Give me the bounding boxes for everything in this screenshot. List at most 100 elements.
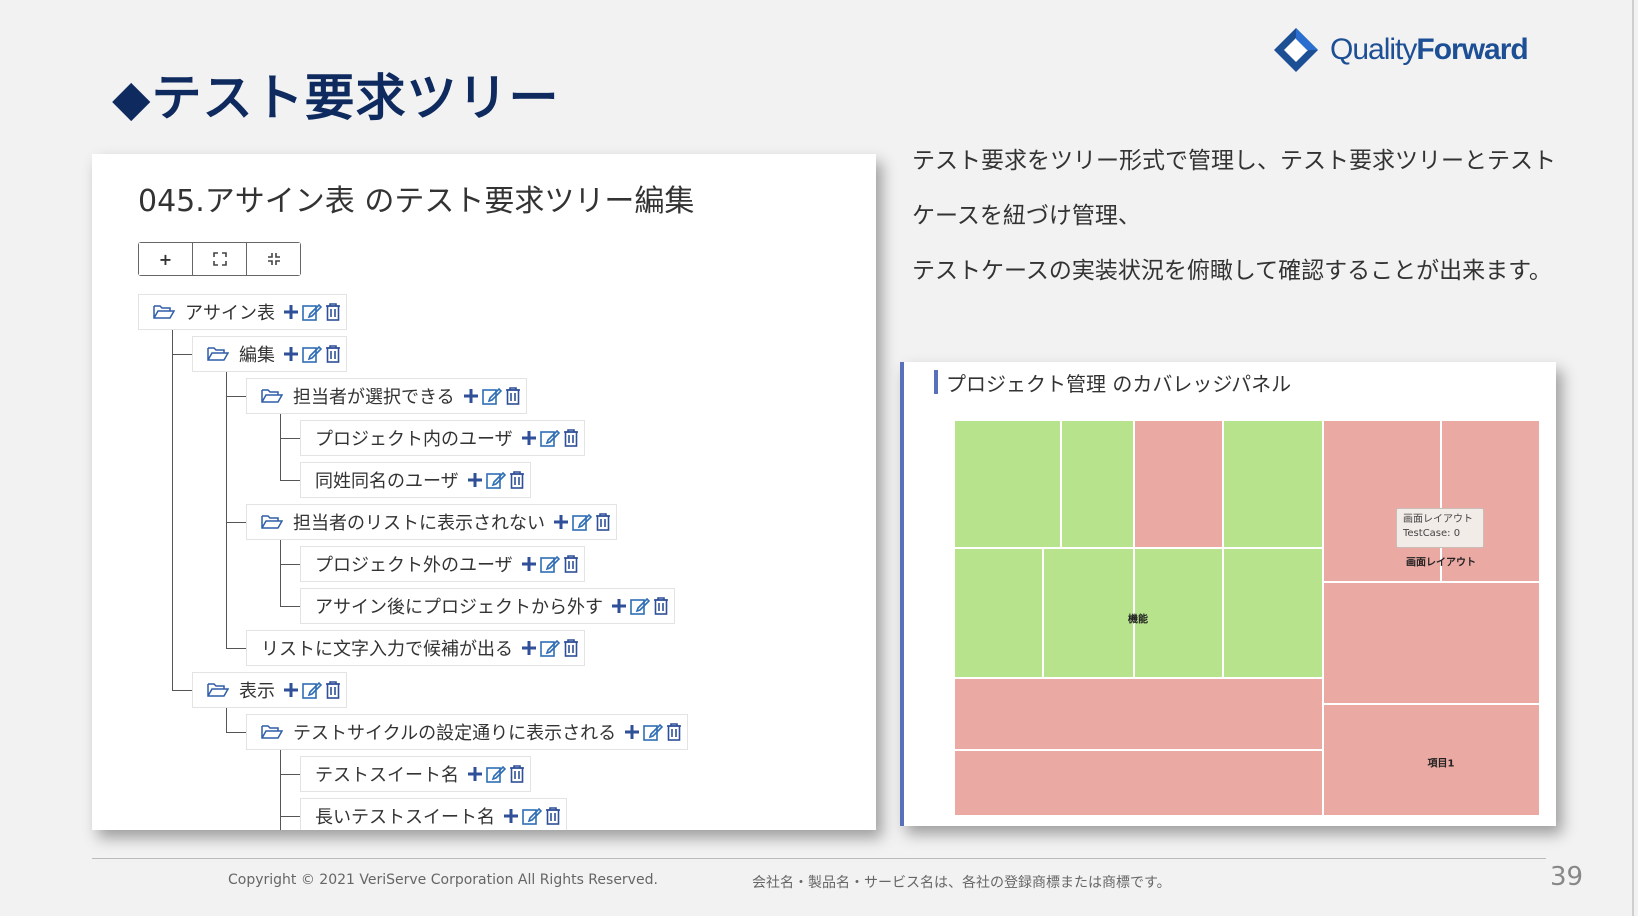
- add-child-button[interactable]: [467, 766, 483, 782]
- edit-node-button[interactable]: [522, 807, 542, 825]
- tree-node[interactable]: 同姓同名のユーザ: [300, 462, 531, 498]
- tree-node[interactable]: テストサイクルの設定通りに表示される: [246, 714, 689, 750]
- delete-node-button[interactable]: [509, 471, 525, 489]
- tree-connector: [280, 564, 300, 565]
- add-child-button[interactable]: [283, 304, 299, 320]
- logo-text-light: Quality: [1330, 33, 1417, 66]
- add-child-button[interactable]: [283, 682, 299, 698]
- add-child-button[interactable]: [521, 556, 537, 572]
- treemap-cell[interactable]: [1323, 582, 1540, 704]
- edit-node-button[interactable]: [572, 513, 592, 531]
- edit-node-button[interactable]: [302, 345, 322, 363]
- treemap-cell[interactable]: [954, 750, 1323, 816]
- edit-node-button[interactable]: [539, 429, 560, 447]
- folder-toggle[interactable]: [207, 346, 229, 362]
- tree-node[interactable]: リストに文字入力で候補が出る: [246, 630, 585, 666]
- delete-node-button[interactable]: [595, 513, 611, 531]
- tree-node[interactable]: 編集: [192, 336, 347, 372]
- node-actions: [463, 387, 521, 405]
- tree-node[interactable]: 担当者のリストに表示されない: [246, 504, 617, 540]
- edit-icon: [522, 807, 542, 825]
- tree-node[interactable]: アサイン後にプロジェクトから外す: [300, 588, 675, 624]
- edit-icon: [302, 681, 322, 699]
- treemap-cell[interactable]: [1223, 420, 1323, 548]
- delete-node-button[interactable]: [325, 681, 341, 699]
- node-actions: [283, 681, 341, 699]
- folder-toggle[interactable]: [207, 682, 229, 698]
- delete-node-button[interactable]: [666, 723, 682, 741]
- add-icon: [612, 599, 626, 613]
- treemap-cell[interactable]: [1223, 548, 1323, 678]
- node-actions: [553, 513, 611, 531]
- tree-node[interactable]: プロジェクト内のユーザ: [300, 420, 585, 456]
- add-icon: [467, 473, 482, 487]
- tree-node[interactable]: アサイン表: [138, 294, 347, 330]
- treemap-cell[interactable]: [1134, 420, 1223, 548]
- tree-connector: [226, 396, 246, 397]
- trash-icon: [654, 597, 668, 615]
- treemap-cell[interactable]: [1061, 420, 1134, 548]
- edit-node-button[interactable]: [643, 723, 664, 741]
- treemap-cell[interactable]: [954, 678, 1323, 750]
- logo-text-bold: Forward: [1416, 33, 1528, 66]
- tree-connector: [226, 522, 246, 523]
- tree-node[interactable]: プロジェクト外のユーザ: [300, 546, 585, 582]
- tree-connector: [226, 708, 227, 732]
- collapse-all-button[interactable]: [247, 243, 300, 275]
- folder-open-icon: [261, 515, 283, 529]
- edit-icon: [539, 429, 560, 447]
- folder-toggle[interactable]: [261, 514, 283, 530]
- add-child-button[interactable]: [521, 640, 537, 656]
- trash-icon: [563, 429, 578, 447]
- add-child-button[interactable]: [463, 388, 479, 404]
- delete-node-button[interactable]: [509, 765, 525, 783]
- edit-node-button[interactable]: [539, 555, 560, 573]
- page-number: 39: [1550, 862, 1584, 892]
- add-child-button[interactable]: [283, 346, 299, 362]
- edit-node-button[interactable]: [485, 471, 506, 489]
- add-child-button[interactable]: [611, 598, 627, 614]
- delete-node-button[interactable]: [325, 303, 341, 321]
- slide-title: ◆テスト要求ツリー: [112, 69, 560, 127]
- delete-node-button[interactable]: [563, 555, 579, 573]
- quality-forward-logo: QualityForward: [1272, 22, 1529, 78]
- trash-icon: [667, 723, 682, 741]
- add-child-button[interactable]: [521, 430, 537, 446]
- folder-toggle[interactable]: [261, 724, 283, 740]
- edit-icon: [630, 597, 650, 615]
- tree-connector: [226, 732, 246, 733]
- tree-connector: [280, 606, 300, 607]
- add-root-button[interactable]: +: [139, 243, 193, 275]
- trash-icon: [563, 555, 578, 573]
- delete-node-button[interactable]: [563, 429, 579, 447]
- treemap-cell[interactable]: [954, 420, 1061, 548]
- treemap-cell[interactable]: [1043, 548, 1134, 678]
- description-line: テスト要求をツリー形式で管理し、テスト要求ツリーとテスト: [912, 148, 1556, 174]
- edit-node-button[interactable]: [302, 681, 322, 699]
- delete-node-button[interactable]: [505, 387, 521, 405]
- tree-node[interactable]: 長いテストスイート名: [300, 798, 567, 830]
- delete-node-button[interactable]: [653, 597, 669, 615]
- delete-node-button[interactable]: [545, 807, 561, 825]
- expand-all-button[interactable]: [193, 243, 247, 275]
- tree-node[interactable]: 表示: [192, 672, 347, 708]
- edit-node-button[interactable]: [630, 597, 650, 615]
- edit-node-button[interactable]: [486, 765, 506, 783]
- edit-node-button[interactable]: [540, 639, 560, 657]
- delete-node-button[interactable]: [563, 639, 579, 657]
- folder-toggle[interactable]: [153, 304, 175, 320]
- treemap-cell[interactable]: [954, 548, 1043, 678]
- add-child-button[interactable]: [503, 808, 519, 824]
- tree-node[interactable]: テストスイート名: [300, 756, 531, 792]
- edit-node-button[interactable]: [302, 303, 322, 321]
- node-actions: [283, 303, 341, 321]
- trash-icon: [505, 387, 520, 405]
- edit-icon: [539, 555, 560, 573]
- folder-toggle[interactable]: [261, 388, 283, 404]
- edit-node-button[interactable]: [481, 387, 502, 405]
- delete-node-button[interactable]: [325, 345, 341, 363]
- add-child-button[interactable]: [553, 514, 569, 530]
- add-child-button[interactable]: [467, 472, 483, 488]
- add-child-button[interactable]: [624, 724, 640, 740]
- tree-node[interactable]: 担当者が選択できる: [246, 378, 527, 414]
